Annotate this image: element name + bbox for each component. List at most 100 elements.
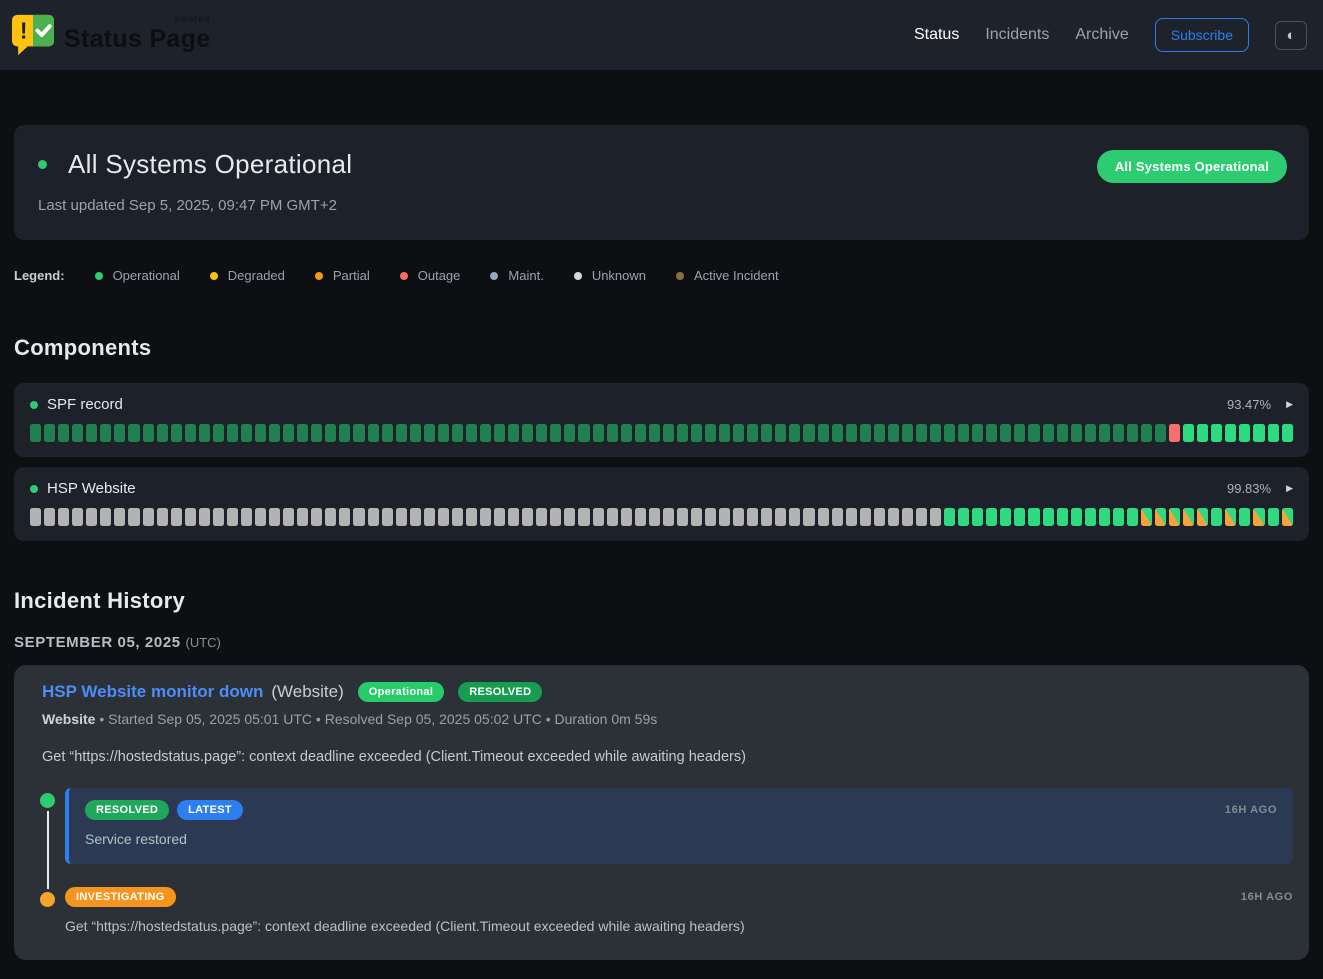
uptime-bar — [452, 508, 463, 526]
uptime-bar — [410, 424, 421, 442]
uptime-bar — [325, 508, 336, 526]
uptime-bar — [719, 508, 730, 526]
uptime-bar — [536, 508, 547, 526]
uptime-bar — [916, 424, 927, 442]
timeline-entry-message: Service restored — [85, 831, 1277, 847]
uptime-bar — [227, 508, 238, 526]
uptime-bar — [297, 424, 308, 442]
uptime-bar — [860, 424, 871, 442]
uptime-bar — [832, 424, 843, 442]
brand-logo-icon: ! — [12, 14, 54, 56]
timeline-entry-time: 16H AGO — [1241, 891, 1293, 903]
uptime-bar — [1225, 424, 1236, 442]
legend-dot — [95, 272, 103, 280]
uptime-bar — [1253, 508, 1264, 526]
timeline-node-dot — [40, 793, 55, 808]
uptime-bar — [269, 424, 280, 442]
timeline-entry: INVESTIGATING16H AGOGet “https://hosteds… — [40, 887, 1293, 934]
component-status-dot — [30, 401, 38, 409]
uptime-bar — [733, 424, 744, 442]
uptime-bar — [775, 508, 786, 526]
incident-resolved-badge: RESOLVED — [458, 682, 542, 702]
uptime-bar — [325, 424, 336, 442]
uptime-bar — [607, 424, 618, 442]
uptime-bar — [213, 424, 224, 442]
incident-title-link[interactable]: HSP Website monitor down — [42, 682, 263, 702]
header: ! hosted Status Page Status Incidents Arch… — [0, 0, 1323, 70]
uptime-bar — [902, 508, 913, 526]
nav-status[interactable]: Status — [914, 26, 959, 44]
uptime-bar — [564, 508, 575, 526]
uptime-bar — [1127, 424, 1138, 442]
uptime-bar — [705, 508, 716, 526]
component-uptime-percent: 93.47% — [1227, 397, 1271, 412]
uptime-bars — [30, 424, 1293, 442]
uptime-bar — [663, 424, 674, 442]
uptime-bar — [564, 424, 575, 442]
component-header[interactable]: HSP Website 99.83% ▶ — [30, 480, 1293, 497]
uptime-bar — [452, 424, 463, 442]
uptime-bar — [789, 424, 800, 442]
uptime-bar — [157, 508, 168, 526]
uptime-bar — [494, 424, 505, 442]
uptime-bar — [339, 508, 350, 526]
legend-item-label: Active Incident — [694, 268, 779, 283]
uptime-bar — [424, 424, 435, 442]
theme-toggle-button[interactable]: ◐ — [1275, 21, 1307, 50]
main-nav: Status Incidents Archive — [914, 26, 1129, 44]
uptime-bar — [466, 424, 477, 442]
incident-history-heading: Incident History — [14, 588, 1309, 614]
uptime-bar — [339, 424, 350, 442]
timeline-entry-content: RESOLVEDLATEST16H AGOService restored — [65, 788, 1293, 864]
uptime-bar — [832, 508, 843, 526]
uptime-bar — [466, 508, 477, 526]
uptime-bar — [874, 508, 885, 526]
uptime-bar — [593, 508, 604, 526]
uptime-bar — [1113, 424, 1124, 442]
uptime-bar — [916, 508, 927, 526]
uptime-bar — [1127, 508, 1138, 526]
uptime-bar — [424, 508, 435, 526]
legend-item-partial: Partial — [315, 268, 370, 283]
uptime-bar — [761, 424, 772, 442]
uptime-bar — [199, 508, 210, 526]
nav-incidents[interactable]: Incidents — [985, 26, 1049, 44]
uptime-bar — [269, 508, 280, 526]
uptime-bar — [1211, 424, 1222, 442]
timeline-badge-resolved: RESOLVED — [85, 800, 169, 820]
uptime-bar — [255, 424, 266, 442]
nav-archive[interactable]: Archive — [1075, 26, 1128, 44]
uptime-bar — [818, 508, 829, 526]
legend-item-label: Partial — [333, 268, 370, 283]
uptime-bar — [494, 508, 505, 526]
brand: ! hosted Status Page — [12, 14, 210, 56]
legend: Legend: OperationalDegradedPartialOutage… — [14, 268, 1309, 283]
uptime-bar — [100, 508, 111, 526]
uptime-bar — [944, 424, 955, 442]
status-banner: All Systems Operational Last updated Sep… — [14, 125, 1309, 240]
uptime-bar — [747, 424, 758, 442]
uptime-bar — [1014, 424, 1025, 442]
component-uptime-percent: 99.83% — [1227, 481, 1271, 496]
uptime-bar — [368, 508, 379, 526]
uptime-bar — [128, 424, 139, 442]
component-header[interactable]: SPF record 93.47% ▶ — [30, 396, 1293, 413]
subscribe-button[interactable]: Subscribe — [1155, 18, 1249, 52]
uptime-bar — [649, 508, 660, 526]
uptime-bar — [747, 508, 758, 526]
chevron-right-icon[interactable]: ▶ — [1286, 399, 1293, 410]
uptime-bar — [550, 508, 561, 526]
uptime-bar — [368, 424, 379, 442]
uptime-bar — [353, 508, 364, 526]
uptime-bar — [972, 424, 983, 442]
legend-item-label: Degraded — [228, 268, 285, 283]
incident-date: SEPTEMBER 05, 2025 — [14, 634, 181, 651]
component-card: SPF record 93.47% ▶ — [14, 383, 1309, 457]
legend-item-label: Maint. — [508, 268, 543, 283]
uptime-bar — [72, 508, 83, 526]
uptime-bar — [986, 508, 997, 526]
uptime-bar — [1113, 508, 1124, 526]
uptime-bar — [578, 424, 589, 442]
chevron-right-icon[interactable]: ▶ — [1286, 483, 1293, 494]
uptime-bar — [1155, 508, 1166, 526]
